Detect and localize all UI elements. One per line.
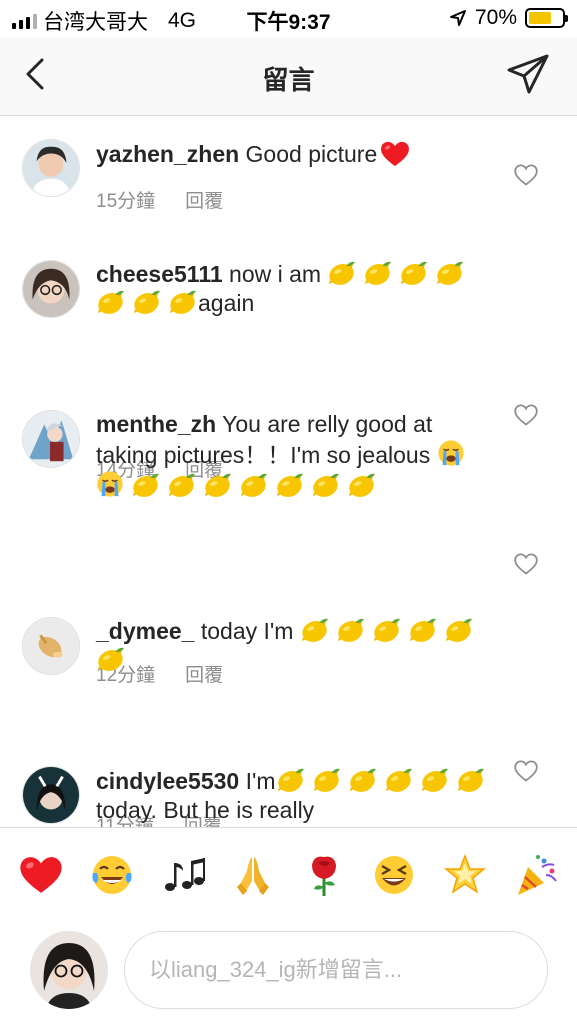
loudly-crying-face-icon — [96, 470, 124, 498]
comment-input-row — [0, 921, 577, 1024]
avatar[interactable] — [22, 766, 80, 824]
avatar[interactable] — [22, 260, 80, 318]
glowing-star-emoji-button[interactable] — [440, 850, 490, 900]
like-heart-icon[interactable] — [514, 553, 538, 575]
lemon-icon — [435, 261, 464, 286]
lemon-icon — [131, 473, 160, 498]
lemon-icon — [132, 290, 161, 315]
lemon-icon — [168, 290, 197, 315]
comment-username[interactable]: menthe_zh — [96, 411, 216, 437]
comment-meta: 15分鐘 回覆 — [96, 186, 223, 213]
lemon-icon — [167, 473, 196, 498]
comment-time: 15分鐘 — [96, 191, 156, 212]
lemon-icon — [203, 473, 232, 498]
lemon-icon — [408, 618, 437, 643]
red-heart-emoji-button[interactable] — [16, 850, 66, 900]
grinning-squinting-face-emoji-button[interactable] — [369, 850, 419, 900]
paper-plane-icon[interactable] — [505, 52, 551, 98]
folded-hands-emoji-button[interactable] — [228, 850, 278, 900]
comment-message: today I'm — [200, 618, 294, 644]
lemon-icon — [311, 473, 340, 498]
status-bar: 台湾大哥大 4G 下午9:37 70% — [0, 0, 577, 38]
lemon-icon — [420, 768, 449, 793]
battery-label: 70% — [474, 6, 517, 29]
red-heart-icon — [380, 141, 410, 167]
lemon-icon — [327, 261, 356, 286]
lemon-icon — [363, 261, 392, 286]
tears-of-joy-emoji-button[interactable] — [87, 850, 137, 900]
comment-text: _dymee_ today I'm — [96, 617, 488, 675]
location-arrow-icon — [449, 10, 466, 26]
lemon-icon — [96, 647, 125, 672]
comment-message: Good picture — [245, 141, 378, 167]
lemon-icon — [384, 768, 413, 793]
lemon-icon — [372, 618, 401, 643]
battery-icon — [525, 8, 568, 28]
like-heart-icon[interactable] — [514, 164, 538, 186]
page-title: 留言 — [262, 65, 315, 95]
reply-button[interactable]: 回覆 — [185, 186, 223, 213]
lemon-icon — [347, 473, 376, 498]
lemon-icon — [444, 618, 473, 643]
loudly-crying-face-icon — [437, 439, 465, 467]
lemon-icon — [456, 768, 485, 793]
comment-text: cindylee5530 I'm today. But he is really — [96, 767, 488, 825]
like-heart-icon[interactable] — [514, 404, 538, 426]
emoji-bar — [0, 827, 577, 921]
party-popper-emoji-button[interactable] — [511, 850, 561, 900]
status-right: 70% — [449, 6, 568, 30]
comment-message: now i am — [229, 261, 322, 287]
lemon-icon — [96, 290, 125, 315]
lemon-icon — [239, 473, 268, 498]
comment-username[interactable]: cindylee5530 — [96, 768, 239, 794]
comment-message: I'm — [245, 768, 276, 794]
comment-username[interactable]: cheese5111 — [96, 261, 223, 287]
header: 留言 — [0, 38, 577, 116]
comment-text: yazhen_zhen Good picture — [96, 140, 488, 169]
comment-list[interactable]: yazhen_zhen Good picture 15分鐘 回覆 cheese5… — [0, 117, 577, 827]
lemon-icon — [348, 768, 377, 793]
comment-message-end: again — [198, 290, 255, 316]
comment-text: cheese5111 now i am again — [96, 260, 488, 318]
comment-message-end: today. But he is really — [96, 797, 315, 823]
comment-input[interactable] — [124, 931, 548, 1009]
like-heart-icon[interactable] — [514, 760, 538, 782]
lemon-icon — [275, 473, 304, 498]
musical-notes-emoji-button[interactable] — [158, 850, 208, 900]
lemon-icon — [399, 261, 428, 286]
lemon-icon — [312, 768, 341, 793]
comment-text: menthe_zh You are relly good at taking p… — [96, 410, 488, 501]
rose-emoji-button[interactable] — [299, 850, 349, 900]
comment-username[interactable]: _dymee_ — [96, 618, 194, 644]
lemon-icon — [300, 618, 329, 643]
avatar[interactable] — [22, 410, 80, 468]
lemon-icon — [336, 618, 365, 643]
comment-username[interactable]: yazhen_zhen — [96, 141, 239, 167]
avatar[interactable] — [30, 931, 108, 1009]
avatar[interactable] — [22, 617, 80, 675]
lemon-icon — [276, 768, 305, 793]
avatar[interactable] — [22, 139, 80, 197]
